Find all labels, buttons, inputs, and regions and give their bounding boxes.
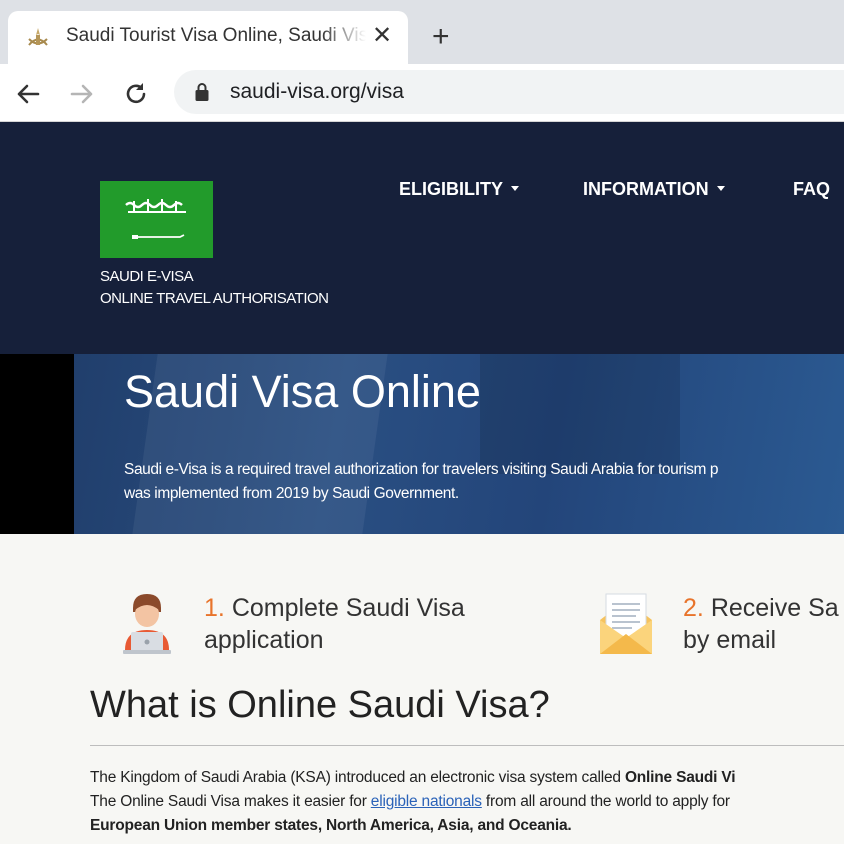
step-1: 1. Complete Saudi Visa application xyxy=(204,592,465,656)
envelope-icon xyxy=(600,593,652,654)
url-text[interactable]: saudi-visa.org/visa xyxy=(230,80,404,104)
paragraph-line: The Online Saudi Visa makes it easier fo… xyxy=(90,790,735,814)
divider xyxy=(90,745,844,746)
nav-information-label: INFORMATION xyxy=(583,179,709,199)
nav-faq-label: FAQ xyxy=(793,179,831,199)
paragraph-text: from all around the world to apply for xyxy=(481,793,730,810)
nav-faq[interactable]: FAQ xyxy=(793,178,830,200)
site-brand[interactable]: SAUDI E-VISA ONLINE TRAVEL AUTHORISATION xyxy=(100,266,329,310)
caret-down-icon xyxy=(511,185,520,191)
step-number: 1. xyxy=(204,594,225,622)
hero-desc-line: was implemented from 2019 by Saudi Gover… xyxy=(124,485,459,502)
lock-icon[interactable] xyxy=(194,82,210,102)
close-tab-icon[interactable]: ✕ xyxy=(372,24,392,48)
forward-arrow-icon[interactable] xyxy=(68,80,96,108)
reload-icon[interactable] xyxy=(122,80,150,108)
step-2: 2. Receive Sa by email xyxy=(683,592,839,656)
new-tab-button[interactable]: + xyxy=(432,22,450,52)
intro-paragraph: The Kingdom of Saudi Arabia (KSA) introd… xyxy=(90,766,736,838)
step-title-cont: by email xyxy=(683,626,777,654)
saudi-emblem-icon xyxy=(28,28,48,46)
brand-subtitle: ONLINE TRAVEL AUTHORISATION xyxy=(100,290,329,307)
paragraph-bold: Online Saudi Vi xyxy=(624,769,736,786)
nav-information[interactable]: INFORMATION xyxy=(583,178,725,200)
nav-eligibility[interactable]: ELIGIBILITY xyxy=(399,178,520,200)
hero-desc-line: Saudi e-Visa is a required travel author… xyxy=(124,461,719,478)
eligible-nationals-link[interactable]: eligible nationals xyxy=(371,793,482,810)
step-title-cont: application xyxy=(204,626,324,654)
paragraph-text: The Online Saudi Visa makes it easier fo… xyxy=(90,793,371,810)
step-title: Complete Saudi Visa xyxy=(231,594,465,622)
hero-left-strip xyxy=(0,354,74,534)
paragraph-line: The Kingdom of Saudi Arabia (KSA) introd… xyxy=(90,766,736,790)
nav-eligibility-label: ELIGIBILITY xyxy=(399,179,504,199)
hero-title: Saudi Visa Online xyxy=(124,366,481,417)
step-title: Receive Sa xyxy=(710,594,839,622)
paragraph-line: European Union member states, North Amer… xyxy=(90,814,735,838)
caret-down-icon xyxy=(716,185,725,191)
brand-title: SAUDI E-VISA xyxy=(100,268,194,285)
flag-emblem-icon xyxy=(125,199,186,239)
tab-title: Saudi Tourist Visa Online, Saudi Visa xyxy=(66,25,366,46)
hero-description: Saudi e-Visa is a required travel author… xyxy=(124,458,719,506)
paragraph-bold: European Union member states, North Amer… xyxy=(90,817,572,834)
person-laptop-icon xyxy=(123,594,171,654)
browser-tab[interactable]: Saudi Tourist Visa Online, Saudi Visa ✕ xyxy=(8,11,408,64)
back-arrow-icon[interactable] xyxy=(14,80,42,108)
section-heading: What is Online Saudi Visa? xyxy=(90,684,550,726)
hero-background-shape xyxy=(480,354,680,474)
saudi-flag-logo[interactable] xyxy=(100,181,213,258)
paragraph-text: The Kingdom of Saudi Arabia (KSA) introd… xyxy=(90,769,625,786)
step-number: 2. xyxy=(683,594,704,622)
